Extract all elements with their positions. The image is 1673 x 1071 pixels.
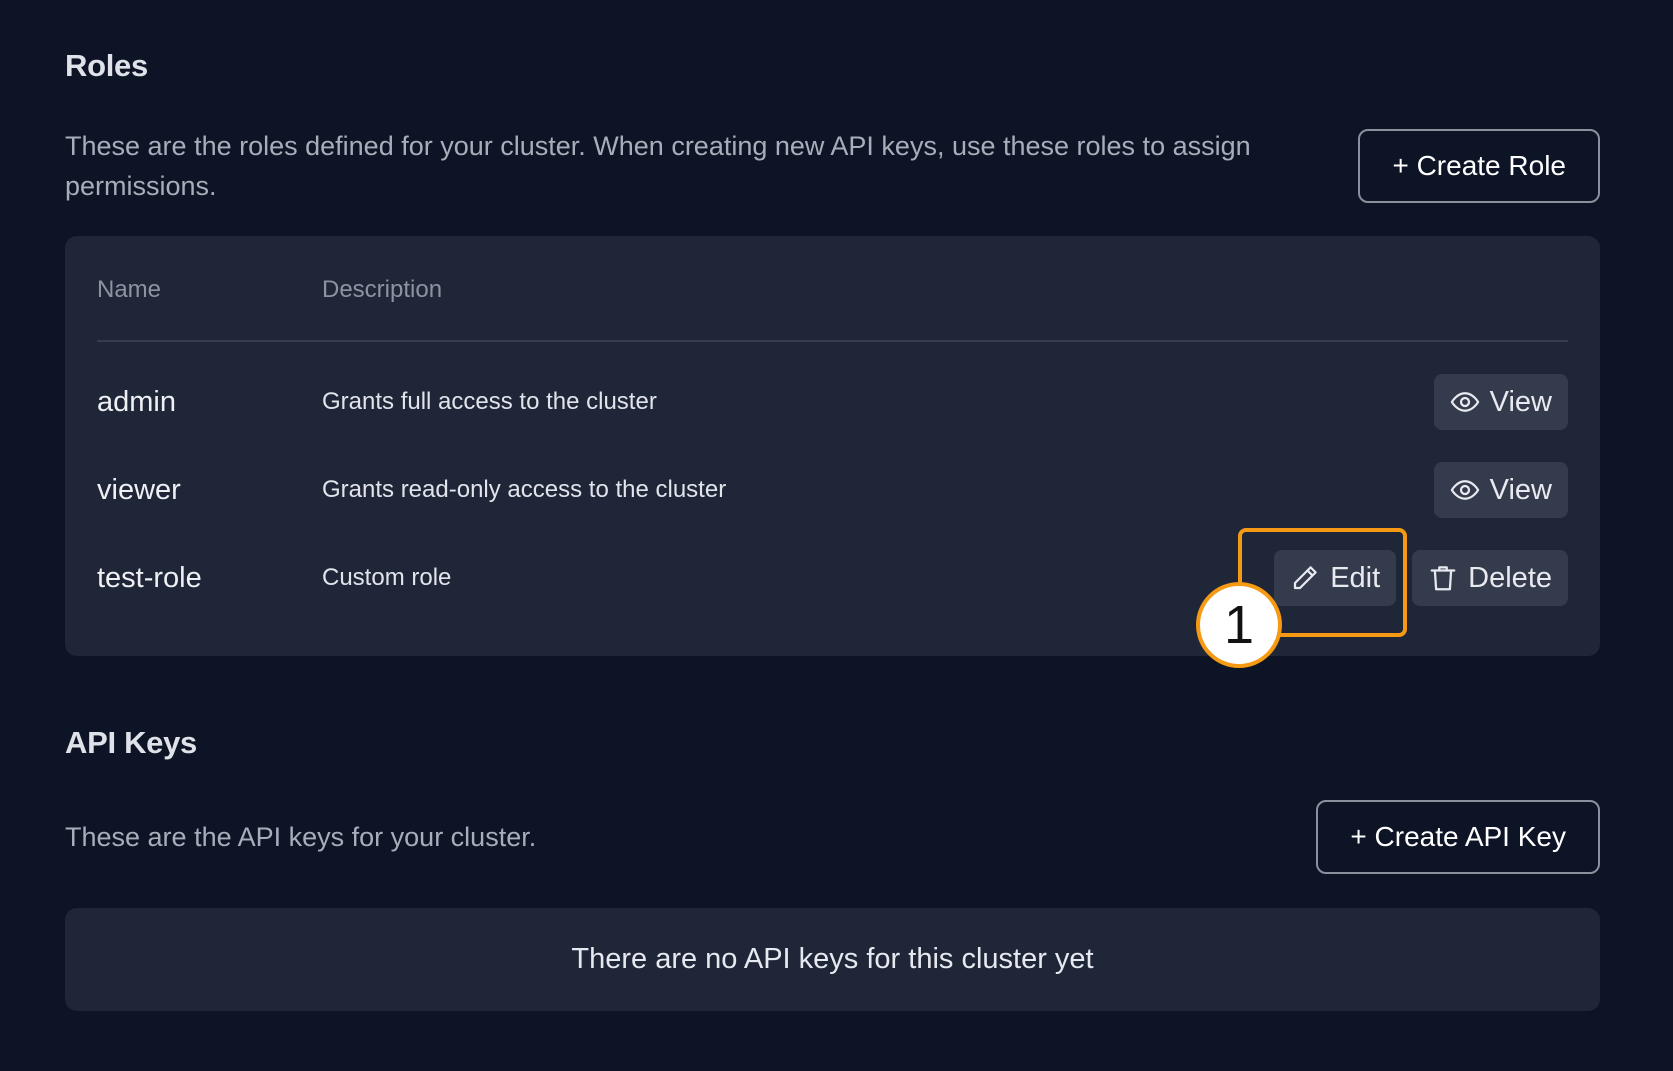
api-keys-empty-state: There are no API keys for this cluster y…	[65, 908, 1600, 1011]
view-label: View	[1489, 385, 1552, 418]
delete-label: Delete	[1468, 561, 1552, 594]
role-description: Grants read-only access to the cluster	[322, 476, 727, 503]
api-keys-title: API Keys	[65, 725, 197, 760]
api-keys-description: These are the API keys for your cluster.	[65, 822, 537, 852]
page: Roles These are the roles defined for yo…	[0, 0, 1673, 1071]
role-description: Grants full access to the cluster	[322, 388, 657, 415]
api-keys-header: These are the API keys for your cluster.…	[65, 800, 1600, 874]
view-button[interactable]: View	[1433, 462, 1568, 518]
view-button[interactable]: View	[1433, 374, 1568, 430]
table-row: admin Grants full access to the cluster …	[97, 358, 1568, 446]
create-api-key-button[interactable]: + Create API Key	[1316, 800, 1600, 874]
role-description: Custom role	[322, 564, 452, 591]
view-label: View	[1489, 473, 1552, 506]
role-name: admin	[97, 385, 176, 418]
table-header: Name Description	[97, 236, 1568, 342]
trash-icon	[1430, 566, 1456, 591]
delete-button[interactable]: Delete	[1412, 550, 1568, 606]
role-name: viewer	[97, 473, 181, 506]
column-header-description: Description	[322, 276, 443, 303]
roles-title: Roles	[65, 48, 148, 83]
step-badge: 1	[1196, 582, 1282, 668]
empty-state-message: There are no API keys for this cluster y…	[571, 943, 1094, 975]
eye-icon	[1450, 392, 1479, 412]
eye-icon	[1450, 480, 1479, 500]
create-role-button[interactable]: + Create Role	[1358, 129, 1600, 203]
column-header-name: Name	[97, 276, 162, 303]
roles-description: These are the roles defined for your clu…	[65, 131, 1251, 201]
roles-header: These are the roles defined for your clu…	[65, 126, 1600, 206]
role-name: test-role	[97, 561, 202, 594]
table-row: viewer Grants read-only access to the cl…	[97, 446, 1568, 534]
